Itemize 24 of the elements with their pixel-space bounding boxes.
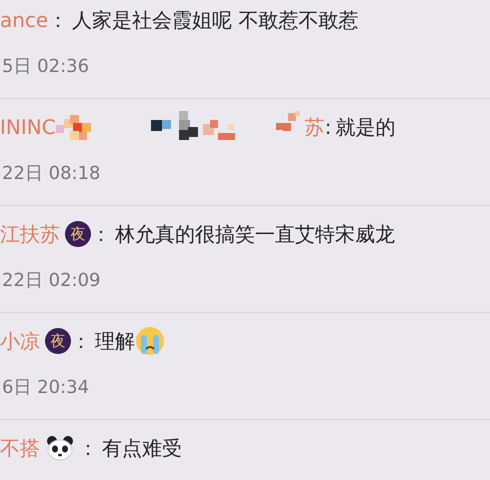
user-name: 江扶苏	[0, 221, 60, 248]
colon: ：	[71, 328, 91, 355]
user-name: 不搭	[0, 435, 40, 462]
comment-time: 22日 02:09	[1, 269, 102, 293]
comment-text: 人家是社会霞姐呢 不敢惹不敢惹	[72, 7, 359, 34]
comment-text: 就是的	[335, 114, 396, 141]
user-name: 苏	[304, 114, 325, 141]
colon: ：	[48, 7, 68, 34]
user-name: 小凉	[0, 328, 40, 355]
crying-face-icon	[135, 326, 165, 356]
colon: ：	[78, 435, 98, 462]
user-name: ININC	[0, 114, 56, 141]
comment-text: 林允真的很搞笑一直艾特宋威龙	[115, 221, 395, 248]
user-name: ance	[0, 7, 48, 34]
comment-time: 5日 02:36	[1, 55, 90, 79]
colon: :	[324, 114, 332, 141]
comment-time: 22日 08:18	[1, 162, 102, 186]
night-badge: 夜	[45, 328, 71, 354]
night-badge: 夜	[65, 221, 91, 247]
colon: ：	[91, 221, 111, 248]
comment-text: 理解	[95, 328, 135, 355]
comment-text: 有点难受	[102, 435, 182, 462]
comment-time: 6日 20:34	[1, 376, 90, 400]
panda-icon	[46, 435, 74, 461]
